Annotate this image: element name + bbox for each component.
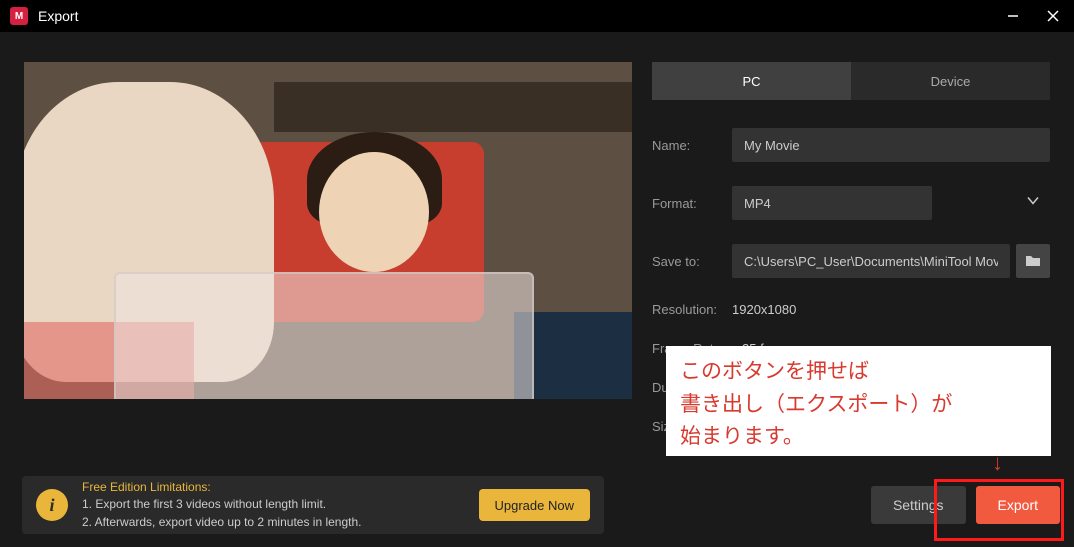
- limitations-title: Free Edition Limitations:: [82, 479, 362, 496]
- annotation-line1: このボタンを押せば: [680, 356, 1037, 389]
- export-button[interactable]: Export: [976, 486, 1060, 524]
- tab-pc[interactable]: PC: [652, 62, 851, 100]
- format-select[interactable]: [732, 186, 932, 220]
- row-saveto: Save to:: [652, 244, 1050, 278]
- settings-button[interactable]: Settings: [871, 486, 966, 524]
- folder-icon: [1024, 252, 1042, 270]
- window-title: Export: [38, 8, 1002, 24]
- upgrade-button[interactable]: Upgrade Now: [479, 489, 591, 521]
- browse-folder-button[interactable]: [1016, 244, 1050, 278]
- name-input[interactable]: [732, 128, 1050, 162]
- export-tabs: PC Device: [652, 62, 1050, 100]
- annotation-line3: 始まります。: [680, 421, 1037, 454]
- resolution-value: 1920x1080: [732, 302, 796, 317]
- limitations-line1: 1. Export the first 3 videos without len…: [82, 496, 362, 513]
- annotation-line2: 書き出し（エクスポート）が: [680, 389, 1037, 422]
- resolution-label: Resolution:: [652, 302, 732, 317]
- format-label: Format:: [652, 196, 732, 211]
- row-resolution: Resolution: 1920x1080: [652, 302, 1050, 317]
- limitations-text: Free Edition Limitations: 1. Export the …: [82, 479, 362, 531]
- limitations-box: i Free Edition Limitations: 1. Export th…: [22, 476, 604, 534]
- close-button[interactable]: [1042, 5, 1064, 27]
- annotation-overlay: このボタンを押せば 書き出し（エクスポート）が 始まります。: [666, 346, 1051, 456]
- info-icon: i: [36, 489, 68, 521]
- annotation-arrow-icon: ↓: [992, 450, 1003, 476]
- video-preview: [24, 62, 632, 399]
- footer: i Free Edition Limitations: 1. Export th…: [22, 475, 1060, 535]
- app-logo-icon: M: [10, 7, 28, 25]
- titlebar: M Export: [0, 0, 1074, 32]
- tab-device[interactable]: Device: [851, 62, 1050, 100]
- row-name: Name:: [652, 128, 1050, 162]
- limitations-line2: 2. Afterwards, export video up to 2 minu…: [82, 514, 362, 531]
- chevron-down-icon: [1026, 194, 1040, 213]
- window-controls: [1002, 5, 1064, 27]
- row-format: Format:: [652, 186, 1050, 220]
- minimize-button[interactable]: [1002, 5, 1024, 27]
- saveto-input[interactable]: [732, 244, 1010, 278]
- name-label: Name:: [652, 138, 732, 153]
- saveto-label: Save to:: [652, 254, 732, 269]
